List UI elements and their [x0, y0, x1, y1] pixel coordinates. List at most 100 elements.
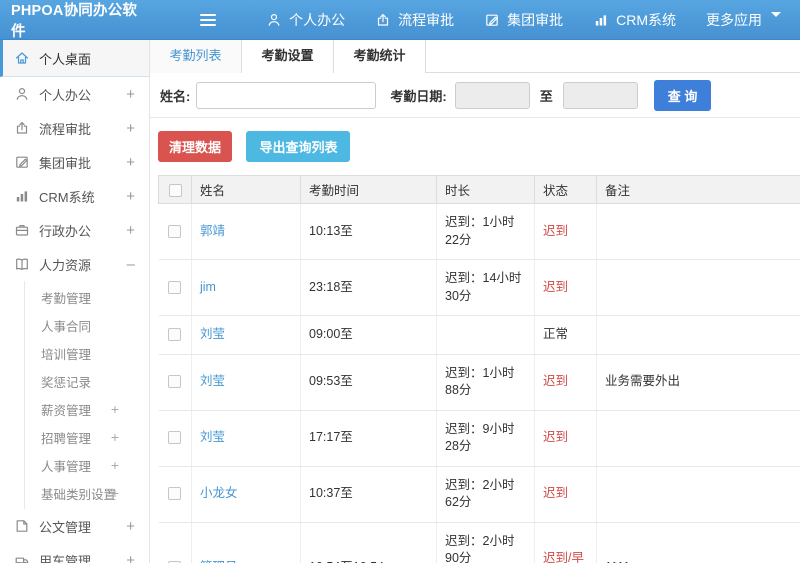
chart-icon — [593, 12, 609, 28]
menu-toggle-button[interactable] — [199, 7, 226, 33]
navbar-item[interactable]: CRM系统 — [578, 0, 691, 40]
employee-name-link[interactable]: 郭靖 — [200, 224, 225, 238]
sidebar-item-label: 个人办公 — [39, 87, 92, 103]
sidebar-item-label: CRM系统 — [39, 189, 95, 205]
sidebar-item-label: 行政办公 — [39, 223, 92, 239]
navbar-item[interactable]: 个人办公 — [251, 0, 360, 40]
table-row: 刘莹 17:17至 迟到：9小时28分 迟到 — [158, 410, 800, 467]
expand-icon[interactable]: + — [111, 485, 119, 501]
row-checkbox[interactable] — [168, 375, 182, 389]
sidebar-subitem[interactable]: 招聘管理 + — [25, 423, 149, 451]
sidebar-item[interactable]: CRM系统 + — [0, 179, 149, 213]
employee-name-link[interactable]: jim — [200, 280, 216, 294]
caret-down-icon — [769, 11, 785, 28]
truck-icon — [14, 552, 30, 563]
table-row: 刘莹 09:53至 迟到：1小时88分 迟到 业务需要外出 — [158, 354, 800, 411]
chart-icon — [14, 188, 30, 204]
sidebar-item[interactable]: 个人桌面 — [0, 40, 149, 77]
status-cell: 正常 — [534, 315, 597, 355]
remark-cell — [596, 315, 800, 355]
name-label: 姓名: — [160, 88, 191, 104]
sidebar-item[interactable]: 流程审批 + — [0, 111, 149, 145]
name-input[interactable] — [196, 81, 377, 109]
sidebar-item[interactable]: 行政办公 + — [0, 213, 149, 247]
navbar-item-label: 集团审批 — [507, 11, 564, 28]
date-to-input[interactable] — [562, 81, 638, 109]
sidebar-subitem-label: 奖惩记录 — [41, 375, 92, 390]
duration-cell: 迟到：1小时22分 — [436, 203, 535, 260]
sidebar-subitem[interactable]: 基础类别设置 + — [25, 479, 149, 507]
sidebar-subitem-label: 人事管理 — [41, 459, 92, 474]
table-row: jim 23:18至 迟到：14小时30分 迟到 — [158, 259, 800, 316]
row-checkbox[interactable] — [168, 328, 182, 342]
attendance-time-cell: 09:00至 — [300, 315, 437, 355]
sidebar-subitem[interactable]: 培训管理 — [25, 339, 149, 367]
column-header: 时长 — [436, 175, 535, 204]
employee-name-link[interactable]: 刘莹 — [200, 327, 225, 341]
employee-name-link[interactable]: 刘莹 — [200, 430, 225, 444]
employee-name-link[interactable]: 刘莹 — [200, 374, 225, 388]
attendance-time-cell: 17:17至 — [300, 410, 437, 467]
expand-icon[interactable]: + — [126, 518, 135, 535]
expand-icon[interactable]: + — [126, 552, 135, 563]
date-from-input[interactable] — [454, 81, 530, 109]
search-button[interactable]: 查 询 — [653, 79, 712, 111]
sidebar-item[interactable]: 人力资源 – — [0, 247, 149, 281]
navbar-menu: 个人办公 流程审批 集团审批 CRM系统 更多应用 — [251, 0, 800, 40]
collapse-icon[interactable]: – — [127, 256, 135, 273]
sidebar-subitem[interactable]: 人事合同 — [25, 311, 149, 339]
expand-icon[interactable]: + — [126, 222, 135, 239]
sidebar-subitem[interactable]: 人事管理 + — [25, 451, 149, 479]
sidebar-item[interactable]: 公文管理 + — [0, 509, 149, 543]
navbar-item-label: CRM系统 — [616, 11, 676, 28]
sidebar-subitem[interactable]: 考勤管理 — [25, 283, 149, 311]
navbar-item[interactable]: 集团审批 — [469, 0, 578, 40]
tab-考勤设置[interactable]: 考勤设置 — [242, 40, 334, 73]
attendance-time-cell: 10:13至 — [300, 203, 437, 260]
sidebar-item[interactable]: 集团审批 + — [0, 145, 149, 179]
row-checkbox[interactable] — [168, 280, 182, 294]
expand-icon[interactable]: + — [126, 154, 135, 171]
attendance-time-cell: 10:37至 — [300, 466, 437, 523]
expand-icon[interactable]: + — [126, 86, 135, 103]
clear-data-button[interactable]: 清理数据 — [158, 131, 233, 162]
sidebar-subitem-label: 考勤管理 — [41, 291, 92, 306]
user-icon — [14, 86, 30, 102]
select-all-checkbox[interactable] — [168, 183, 182, 197]
navbar-item[interactable]: 更多应用 — [691, 0, 800, 40]
to-label: 至 — [539, 88, 553, 104]
navbar-item-label: 流程审批 — [398, 11, 455, 28]
sidebar-item-label: 公文管理 — [39, 519, 92, 535]
main-content: 考勤列表 考勤设置 考勤统计 姓名: 考勤日期: 至 查 询 清理数据 导出查询列表… — [150, 40, 800, 563]
expand-icon[interactable]: + — [126, 188, 135, 205]
book-icon — [14, 256, 30, 272]
sidebar-item[interactable]: 个人办公 + — [0, 77, 149, 111]
sidebar-item-label: 集团审批 — [39, 155, 92, 171]
sidebar-item[interactable]: 用车管理 + — [0, 543, 149, 563]
tab-考勤列表[interactable]: 考勤列表 — [150, 40, 242, 73]
expand-icon[interactable]: + — [111, 457, 119, 473]
employee-name-link[interactable]: 小龙女 — [200, 486, 238, 500]
navbar-item[interactable]: 流程审批 — [360, 0, 469, 40]
expand-icon[interactable]: + — [111, 401, 119, 417]
sidebar-subitem[interactable]: 薪资管理 + — [25, 395, 149, 423]
expand-icon[interactable]: + — [111, 429, 119, 445]
remark-cell — [596, 259, 800, 316]
user-icon — [266, 12, 282, 28]
duration-cell: 迟到：1小时88分 — [436, 354, 535, 411]
sidebar-item-label: 人力资源 — [39, 257, 92, 273]
status-cell: 迟到 — [534, 410, 597, 467]
remark-cell — [596, 410, 800, 467]
document-icon — [14, 518, 30, 534]
status-cell: 迟到 — [534, 259, 597, 316]
status-cell: 迟到/早退 — [534, 522, 597, 563]
table-row: 小龙女 10:37至 迟到：2小时62分 迟到 — [158, 466, 800, 523]
sidebar-subitem[interactable]: 奖惩记录 — [25, 367, 149, 395]
row-checkbox[interactable] — [168, 487, 182, 501]
row-checkbox[interactable] — [168, 224, 182, 238]
row-checkbox[interactable] — [168, 431, 182, 445]
expand-icon[interactable]: + — [126, 120, 135, 137]
tab-考勤统计[interactable]: 考勤统计 — [334, 40, 426, 73]
navbar-item-label: 更多应用 — [706, 11, 762, 28]
export-list-button[interactable]: 导出查询列表 — [246, 131, 351, 162]
